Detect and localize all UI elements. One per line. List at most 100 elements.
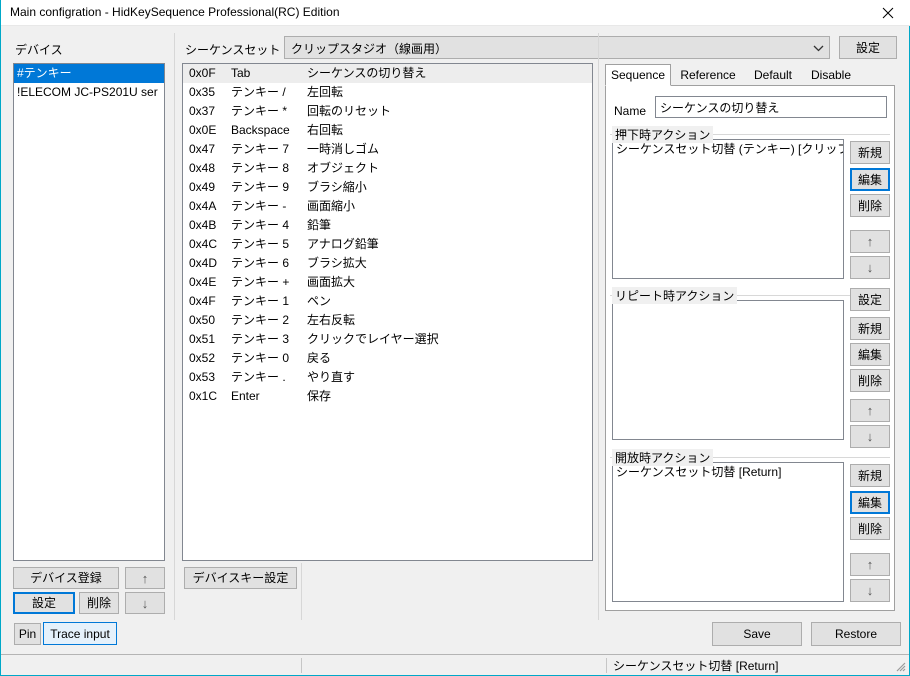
name-input[interactable]: シーケンスの切り替え: [655, 96, 887, 118]
table-row[interactable]: 0x4D テンキー 6 ブラシ拡大: [183, 254, 592, 273]
table-row[interactable]: 0x51 テンキー 3 クリックでレイヤー選択: [183, 330, 592, 349]
close-icon: [882, 7, 894, 19]
release-move-up-button[interactable]: ↑: [850, 553, 890, 576]
sequence-description: オブジェクト: [307, 161, 380, 175]
table-row[interactable]: 0x50 テンキー 2 左右反転: [183, 311, 592, 330]
trace-input-button[interactable]: Trace input: [43, 622, 117, 645]
chevron-down-icon[interactable]: [807, 37, 829, 58]
sequence-code: 0x0E: [189, 123, 217, 137]
tab-reference[interactable]: Reference: [673, 64, 743, 85]
release-action-group: 開放時アクション: [610, 449, 890, 466]
press-edit-button[interactable]: 編集: [850, 168, 890, 191]
save-button[interactable]: Save: [712, 622, 802, 646]
list-item[interactable]: #テンキー: [14, 64, 164, 83]
table-row[interactable]: 0x4B テンキー 4 鉛筆: [183, 216, 592, 235]
close-button[interactable]: [865, 0, 910, 25]
press-move-down-button[interactable]: ↓: [850, 256, 890, 279]
sequence-code: 0x4C: [189, 237, 218, 251]
sequence-code: 0x4D: [189, 256, 218, 270]
sequence-description: 画面縮小: [307, 199, 356, 213]
repeat-move-down-button[interactable]: ↓: [850, 425, 890, 448]
sequence-description: 左回転: [307, 85, 344, 99]
status-separator-2: [606, 658, 607, 673]
table-row[interactable]: 0x1C Enter 保存: [183, 387, 592, 406]
sequence-code: 0x49: [189, 180, 216, 194]
repeat-settings-button[interactable]: 設定: [850, 288, 890, 311]
press-move-up-button[interactable]: ↑: [850, 230, 890, 253]
list-item[interactable]: !ELECOM JC-PS201U ser: [14, 83, 164, 102]
device-register-button[interactable]: デバイス登録: [13, 567, 119, 589]
repeat-move-up-button[interactable]: ↑: [850, 399, 890, 422]
release-delete-button[interactable]: 削除: [850, 517, 890, 540]
device-delete-button[interactable]: 削除: [79, 592, 119, 614]
table-row[interactable]: 0x4E テンキー + 画面拡大: [183, 273, 592, 292]
tab-default[interactable]: Default: [745, 64, 801, 85]
restore-button[interactable]: Restore: [811, 622, 901, 646]
device-panel-label: デバイス: [15, 43, 63, 57]
sequence-key: テンキー 3: [231, 332, 290, 346]
sequence-set-settings-button[interactable]: 設定: [839, 36, 897, 59]
device-list[interactable]: #テンキー !ELECOM JC-PS201U ser: [13, 63, 165, 561]
sequence-description: アナログ鉛筆: [307, 237, 379, 251]
sequence-description: 左右反転: [307, 313, 356, 327]
sequence-description: ブラシ拡大: [307, 256, 367, 270]
repeat-action-group: リピート時アクション: [610, 287, 890, 304]
table-row[interactable]: 0x53 テンキー . やり直す: [183, 368, 592, 387]
table-row[interactable]: 0x4F テンキー 1 ペン: [183, 292, 592, 311]
table-row[interactable]: 0x47 テンキー 7 一時消しゴム: [183, 140, 592, 159]
repeat-delete-button[interactable]: 削除: [850, 369, 890, 392]
status-cell-3: シーケンスセット切替 [Return]: [613, 659, 779, 673]
sequence-code: 0x53: [189, 370, 216, 384]
sequence-key: テンキー 7: [231, 142, 290, 156]
sequence-key: テンキー /: [231, 85, 286, 99]
sequence-description: やり直す: [307, 370, 356, 384]
sequence-key: テンキー -: [231, 199, 287, 213]
table-row[interactable]: 0x52 テンキー 0 戻る: [183, 349, 592, 368]
status-separator-1: [301, 658, 302, 673]
sequence-key: テンキー 2: [231, 313, 290, 327]
sequence-code: 0x51: [189, 332, 216, 346]
sequence-key: テンキー 0: [231, 351, 290, 365]
sequence-list[interactable]: 0x0F Tab シーケンスの切り替え 0x35 テンキー / 左回転 0x37 テンキー *…: [182, 63, 593, 561]
table-row[interactable]: 0x4A テンキー - 画面縮小: [183, 197, 592, 216]
repeat-action-list[interactable]: [612, 300, 844, 440]
device-settings-button[interactable]: 設定: [13, 592, 75, 614]
repeat-edit-button[interactable]: 編集: [850, 343, 890, 366]
release-action-list[interactable]: シーケンスセット切替 [Return]: [612, 462, 844, 602]
sequence-code: 0x4A: [189, 199, 217, 213]
device-move-up-button[interactable]: ↑: [125, 567, 165, 589]
sequence-code: 0x4E: [189, 275, 217, 289]
pin-button[interactable]: Pin: [14, 623, 41, 645]
status-cell-2: [304, 657, 604, 674]
table-row[interactable]: 0x48 テンキー 8 オブジェクト: [183, 159, 592, 178]
sequence-description: 保存: [307, 389, 332, 403]
table-row[interactable]: 0x0F Tab シーケンスの切り替え: [183, 64, 592, 83]
release-edit-button[interactable]: 編集: [850, 491, 890, 514]
sequence-code: 0x0F: [189, 66, 216, 80]
repeat-new-button[interactable]: 新規: [850, 317, 890, 340]
sequence-code: 0x4F: [189, 294, 216, 308]
status-cell-1: [3, 657, 299, 674]
table-row[interactable]: 0x49 テンキー 9 ブラシ縮小: [183, 178, 592, 197]
press-action-list[interactable]: シーケンスセット切替 (テンキー) [クリップスタジオ: [612, 139, 844, 279]
release-new-button[interactable]: 新規: [850, 464, 890, 487]
press-delete-button[interactable]: 削除: [850, 194, 890, 217]
release-move-down-button[interactable]: ↓: [850, 579, 890, 602]
sequence-key: テンキー +: [231, 275, 290, 289]
press-new-button[interactable]: 新規: [850, 141, 890, 164]
sequence-description: 鉛筆: [307, 218, 332, 232]
tab-sequence[interactable]: Sequence: [605, 64, 671, 86]
press-action-group: 押下時アクション: [610, 126, 890, 143]
table-row[interactable]: 0x37 テンキー * 回転のリセット: [183, 102, 592, 121]
device-move-down-button[interactable]: ↓: [125, 592, 165, 614]
tab-disable[interactable]: Disable: [803, 64, 859, 85]
sequence-key: テンキー 5: [231, 237, 290, 251]
resize-grip-icon[interactable]: [893, 659, 907, 673]
sequence-description: シーケンスの切り替え: [307, 66, 427, 80]
table-row[interactable]: 0x0E Backspace 右回転: [183, 121, 592, 140]
sequence-set-combo[interactable]: クリップスタジオ（線画用）: [284, 36, 830, 59]
table-row[interactable]: 0x4C テンキー 5 アナログ鉛筆: [183, 235, 592, 254]
device-key-settings-button[interactable]: デバイスキー設定: [184, 567, 297, 589]
table-row[interactable]: 0x35 テンキー / 左回転: [183, 83, 592, 102]
sequence-key: テンキー 6: [231, 256, 290, 270]
